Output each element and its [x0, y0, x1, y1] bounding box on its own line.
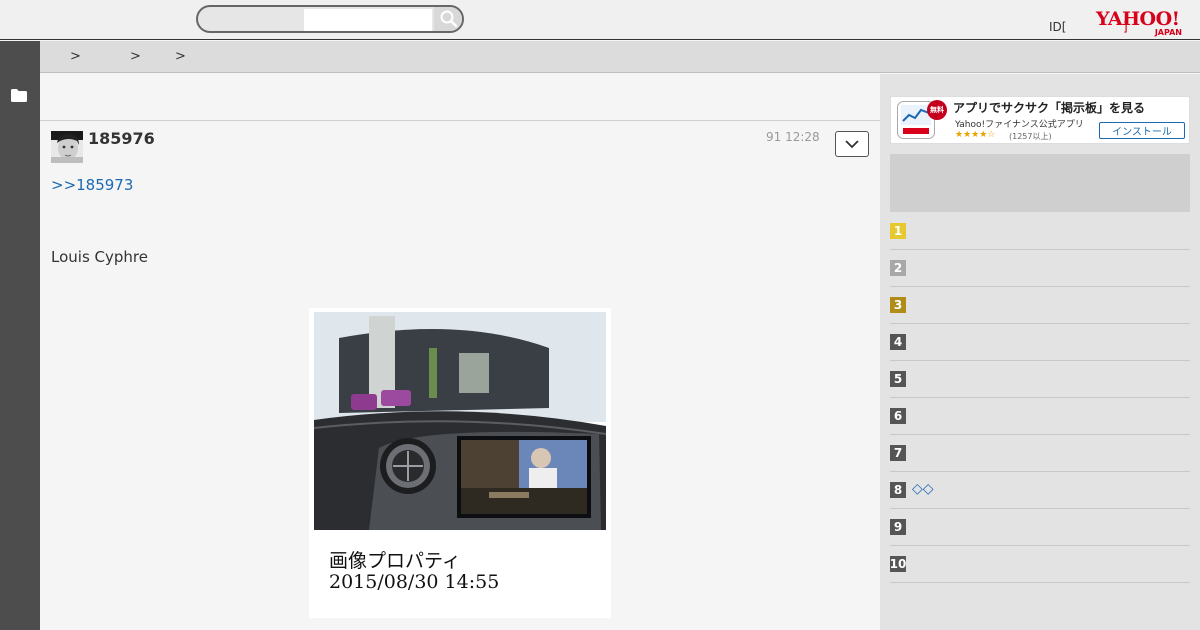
chevron-down-icon — [845, 139, 859, 148]
yahoo-japan-logo[interactable]: YAHOO! JAPAN — [1096, 9, 1186, 37]
left-rail — [0, 41, 40, 630]
rating-count: (1257以上) — [1009, 132, 1052, 141]
ranking-number: 2 — [890, 260, 906, 276]
login-link[interactable]: ID[ — [1049, 20, 1066, 34]
ranking-number: 7 — [890, 445, 906, 461]
breadcrumb-separator: > — [70, 49, 81, 64]
post-timestamp: 91 12:28 — [766, 130, 820, 144]
image-caption-date: 2015/08/30 14:55 — [329, 571, 500, 593]
ranking-item[interactable]: 6 — [890, 398, 1190, 435]
ad-placeholder[interactable] — [890, 154, 1190, 212]
ranking-number: 3 — [890, 297, 906, 313]
ranking-item[interactable]: 4 — [890, 324, 1190, 361]
logo-subtext: JAPAN — [1154, 28, 1182, 37]
free-badge: 無料 — [927, 100, 947, 120]
ranking-number: 10 — [889, 556, 907, 572]
post-image[interactable]: 画像プロパティ 2015/08/30 14:55 — [309, 308, 611, 618]
ranking-item[interactable]: 1 — [890, 213, 1190, 250]
ranking-item[interactable]: 2 — [890, 250, 1190, 287]
search-box — [196, 5, 464, 33]
search-button[interactable] — [434, 7, 462, 31]
ranking-item[interactable]: 8 ◇◇ — [890, 472, 1190, 509]
ranking-item[interactable]: 5 — [890, 361, 1190, 398]
rating-stars: ★★★★☆ — [955, 130, 996, 140]
breadcrumb-separator: > — [175, 49, 186, 64]
folder-icon[interactable] — [11, 89, 27, 102]
ranking-number: 9 — [890, 519, 906, 535]
ranking-number: 6 — [890, 408, 906, 424]
ranking-link[interactable]: ◇◇ — [912, 481, 934, 497]
post-body: Louis Cyphre — [51, 248, 148, 266]
breadcrumb: > > > — [40, 41, 1200, 73]
app-ad-banner[interactable]: 無料 アプリでサクサク「掲示板」を見る Yahoo!ファイナンス公式アプリ ★★… — [890, 96, 1190, 144]
ranking-item[interactable]: 9 — [890, 509, 1190, 546]
ranking-item[interactable]: 7 — [890, 435, 1190, 472]
car-dashboard-photo — [309, 308, 611, 534]
ad-subtitle: Yahoo!ファイナンス公式アプリ — [955, 120, 1084, 130]
user-avatar[interactable] — [51, 131, 83, 163]
ranking-number: 1 — [890, 223, 906, 239]
reply-link[interactable]: >>185973 — [51, 176, 133, 194]
main-content: 185976 91 12:28 >>185973 Louis Cyphre 画像… — [40, 74, 880, 630]
search-icon — [440, 10, 458, 28]
breadcrumb-separator: > — [130, 49, 141, 64]
ranking-number: 8 — [890, 482, 906, 498]
post-number: 185976 — [88, 129, 155, 148]
install-button[interactable]: インストール — [1099, 122, 1185, 139]
ranking-item[interactable]: 10 — [890, 546, 1190, 583]
ranking-number: 5 — [890, 371, 906, 387]
ranking-number: 4 — [890, 334, 906, 350]
ad-title: アプリでサクサク「掲示板」を見る — [953, 101, 1146, 115]
ranking-item[interactable]: 3 — [890, 287, 1190, 324]
thread-header — [40, 74, 880, 121]
top-bar: ID[ ] YAHOO! JAPAN — [0, 0, 1200, 40]
post-menu-button[interactable] — [835, 131, 869, 157]
image-caption-title: 画像プロパティ — [329, 550, 461, 572]
right-sidebar: 無料 アプリでサクサク「掲示板」を見る Yahoo!ファイナンス公式アプリ ★★… — [880, 74, 1200, 630]
search-input[interactable] — [304, 9, 432, 31]
logo-text: YAHOO! — [1096, 8, 1180, 30]
